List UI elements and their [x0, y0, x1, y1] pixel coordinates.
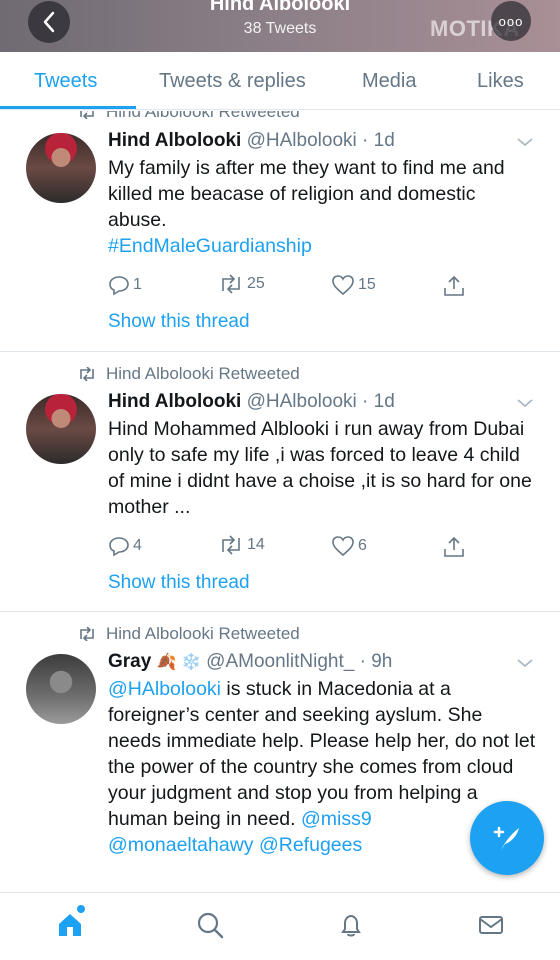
retweet-icon: [222, 535, 240, 555]
reply-count: 1: [133, 276, 142, 293]
show-thread-link[interactable]: Show this thread: [108, 572, 250, 594]
reply-icon: [109, 537, 129, 557]
author-name[interactable]: Hind Albolooki: [108, 130, 241, 151]
chevron-down-icon[interactable]: [516, 657, 534, 669]
avatar[interactable]: [26, 654, 96, 724]
messages-envelope-icon[interactable]: [477, 911, 505, 939]
profile-header: Hind Albolooki 38 Tweets MOTIKA ooo: [0, 0, 560, 52]
share-icon: [444, 275, 464, 296]
retweet-context: Hind Albolooki Retweeted: [78, 364, 300, 384]
show-thread-link[interactable]: Show this thread: [108, 311, 250, 333]
tweet-text: Hind Mohammed Alblooki i run away from D…: [108, 418, 532, 518]
compose-tweet-button[interactable]: [470, 801, 544, 875]
retweet-count: 14: [247, 536, 265, 553]
author-name[interactable]: Gray: [108, 651, 151, 672]
retweet-context-label: Hind Albolooki Retweeted: [106, 111, 300, 121]
profile-tabs: Tweets Tweets & replies Media Likes: [0, 52, 560, 110]
like-button[interactable]: 15: [331, 274, 376, 296]
active-tab-indicator: [0, 106, 136, 109]
reply-button[interactable]: 4: [108, 535, 142, 557]
reply-icon: [109, 276, 129, 296]
author-handle-time[interactable]: @AMoonlitNight_ · 9h: [206, 651, 392, 672]
tweet-header: Hind Albolooki @HAlbolooki · 1d: [108, 391, 395, 413]
share-icon: [444, 536, 464, 557]
like-button[interactable]: 6: [331, 535, 367, 557]
share-button[interactable]: [442, 274, 466, 298]
compose-feather-icon: [493, 826, 519, 850]
home-icon[interactable]: [56, 911, 84, 939]
retweet-count: 25: [247, 275, 265, 292]
tweet-body: My family is after me they want to find …: [108, 157, 505, 231]
mention-link[interactable]: @miss9: [301, 808, 372, 830]
chevron-down-icon[interactable]: [516, 136, 534, 148]
retweet-button[interactable]: 25: [218, 274, 265, 294]
retweet-icon: [80, 111, 94, 119]
tweet-actions: 1 25 15: [108, 274, 508, 298]
retweet-button[interactable]: 14: [218, 535, 265, 555]
mention-link[interactable]: @HAlbolooki: [108, 678, 221, 700]
tweet-text: My family is after me they want to find …: [108, 155, 538, 259]
retweet-icon: [80, 367, 94, 381]
retweet-context-label: Hind Albolooki Retweeted: [106, 364, 300, 383]
tweet-header: Gray 🍂 ❄️ @AMoonlitNight_ · 9h: [108, 651, 392, 673]
avatar[interactable]: [26, 133, 96, 203]
more-icon: ooo: [498, 13, 524, 29]
tweet-item[interactable]: Hind Albolooki Retweeted Hind Albolooki …: [0, 352, 560, 612]
retweet-context-label: Hind Albolooki Retweeted: [106, 624, 300, 643]
tweet-feed[interactable]: Hind Albolooki Retweeted Hind Albolooki …: [0, 111, 560, 892]
retweet-icon: [222, 274, 240, 294]
author-handle-time[interactable]: @HAlbolooki · 1d: [247, 130, 395, 151]
chevron-down-icon[interactable]: [516, 397, 534, 409]
retweet-context: Hind Albolooki Retweeted: [78, 111, 300, 122]
tab-media[interactable]: Media: [362, 70, 416, 93]
author-name[interactable]: Hind Albolooki: [108, 391, 241, 412]
reply-button[interactable]: 1: [108, 274, 142, 296]
hashtag-link[interactable]: #EndMaleGuardianship: [108, 235, 312, 257]
tweet-actions: 4 14 6: [108, 535, 508, 559]
mentions-line[interactable]: @monaeltahawy @Refugees: [108, 834, 362, 856]
notifications-bell-icon[interactable]: [337, 911, 365, 939]
reply-count: 4: [133, 537, 142, 554]
profile-name-title: Hind Albolooki: [209, 0, 351, 15]
tweet-header: Hind Albolooki @HAlbolooki · 1d: [108, 130, 395, 152]
like-count: 6: [358, 537, 367, 554]
search-icon[interactable]: [196, 911, 224, 939]
tab-tweets[interactable]: Tweets: [34, 70, 97, 93]
retweet-context: Hind Albolooki Retweeted: [78, 624, 300, 644]
like-count: 15: [358, 276, 376, 293]
tab-tweets-replies[interactable]: Tweets & replies: [159, 70, 306, 93]
heart-icon: [332, 536, 354, 557]
author-handle-time[interactable]: @HAlbolooki · 1d: [247, 391, 395, 412]
share-button[interactable]: [442, 535, 466, 559]
tab-likes[interactable]: Likes: [477, 70, 524, 93]
heart-icon: [332, 275, 354, 296]
retweet-icon: [80, 627, 94, 641]
author-name-emoji: 🍂 ❄️: [156, 654, 201, 671]
tweet-item[interactable]: Hind Albolooki Retweeted Hind Albolooki …: [0, 111, 560, 352]
bottom-navigation: [0, 892, 560, 960]
avatar[interactable]: [26, 394, 96, 464]
more-options-button[interactable]: ooo: [491, 1, 531, 41]
